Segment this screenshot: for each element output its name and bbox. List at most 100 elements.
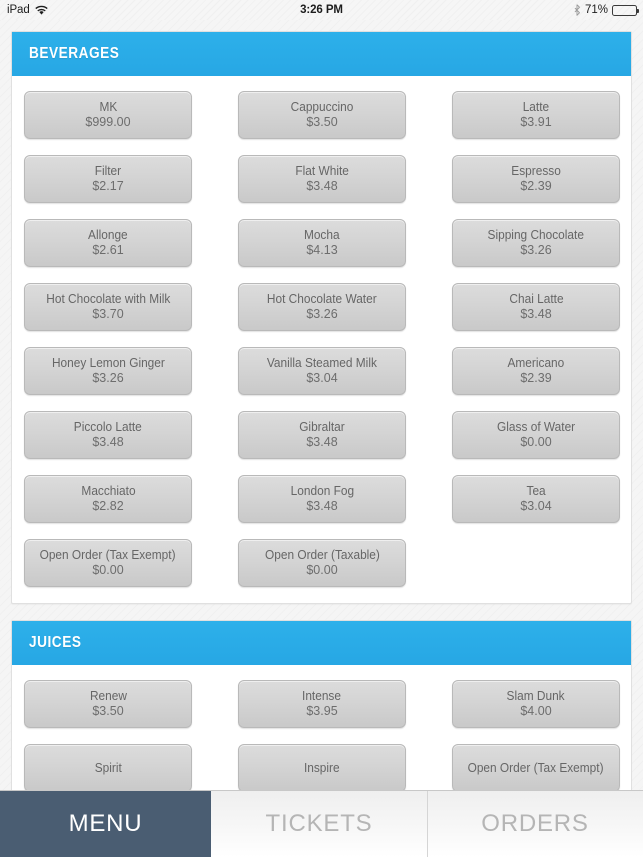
menu-item-name: Piccolo Latte — [73, 420, 142, 434]
menu-item-name: Latte — [522, 100, 550, 114]
menu-item-name: Espresso — [511, 164, 561, 178]
menu-item-button[interactable]: Intense $3.95 — [238, 680, 406, 728]
menu-item-button[interactable]: Sipping Chocolate $3.26 — [452, 219, 620, 267]
menu-item-price: $3.50 — [306, 115, 338, 129]
menu-item-button[interactable]: Piccolo Latte $3.48 — [24, 411, 192, 459]
section-header: BEVERAGES — [12, 32, 631, 76]
menu-scroll-area[interactable]: BEVERAGES MK $999.00 Cappuccino $3.50 Latte $3… — [0, 20, 643, 790]
menu-item-button[interactable]: Vanilla Steamed Milk $3.04 — [238, 347, 406, 395]
status-bar-clock: 3:26 PM — [300, 4, 343, 16]
menu-item-name: Open Order (Tax Exempt) — [468, 760, 604, 775]
menu-item-button[interactable]: Renew $3.50 — [24, 680, 192, 728]
status-bar: iPad 3:26 PM 71% — [0, 0, 643, 20]
menu-item-name: Cappuccino — [290, 100, 354, 114]
menu-item-price: $3.04 — [306, 371, 338, 385]
menu-item-name: Open Order (Taxable) — [264, 548, 380, 562]
menu-item-price: $0.00 — [520, 435, 552, 449]
battery-percent-label: 71% — [584, 4, 608, 16]
menu-item-button[interactable]: Filter $2.17 — [24, 155, 192, 203]
menu-item-name: Inspire — [304, 760, 340, 775]
menu-item-price: $3.04 — [520, 499, 552, 513]
section-header: JUICES — [12, 621, 631, 665]
menu-item-name: Tea — [526, 484, 546, 498]
status-bar-right: 71% — [574, 4, 639, 16]
section-title: JUICES — [29, 634, 82, 651]
menu-item-price: $3.95 — [306, 704, 338, 718]
menu-item-price: $2.39 — [520, 179, 552, 193]
menu-item-button[interactable]: Glass of Water $0.00 — [452, 411, 620, 459]
menu-item-name: Chai Latte — [508, 292, 564, 306]
menu-item-name: Mocha — [304, 228, 340, 242]
menu-item-button[interactable]: Inspire — [238, 744, 406, 790]
menu-item-name: Honey Lemon Ginger — [51, 356, 165, 370]
menu-item-button[interactable]: Tea $3.04 — [452, 475, 620, 523]
menu-item-button[interactable]: Allonge $2.61 — [24, 219, 192, 267]
menu-item-button[interactable]: Slam Dunk $4.00 — [452, 680, 620, 728]
menu-item-button[interactable]: Honey Lemon Ginger $3.26 — [24, 347, 192, 395]
menu-item-price: $3.50 — [92, 704, 124, 718]
bluetooth-icon — [574, 4, 581, 16]
menu-item-price: $0.00 — [92, 563, 124, 577]
menu-item-price: $3.26 — [92, 371, 124, 385]
menu-item-name: Americano — [507, 356, 565, 370]
menu-item-button[interactable]: Macchiato $2.82 — [24, 475, 192, 523]
menu-item-price: $999.00 — [85, 115, 131, 129]
menu-item-button[interactable]: Hot Chocolate with Milk $3.70 — [24, 283, 192, 331]
menu-item-price: $3.48 — [306, 435, 338, 449]
menu-item-price: $2.17 — [92, 179, 124, 193]
menu-item-price: $0.00 — [306, 563, 338, 577]
menu-item-name: Filter — [94, 164, 122, 178]
menu-item-button[interactable]: Flat White $3.48 — [238, 155, 406, 203]
menu-item-name: MK — [99, 100, 117, 114]
tab-orders[interactable]: ORDERS — [427, 791, 643, 857]
menu-item-price: $3.48 — [306, 499, 338, 513]
menu-item-button[interactable]: Chai Latte $3.48 — [452, 283, 620, 331]
menu-item-button[interactable]: Espresso $2.39 — [452, 155, 620, 203]
menu-item-price: $3.48 — [306, 179, 338, 193]
menu-item-name: Open Order (Tax Exempt) — [40, 548, 176, 562]
menu-section: BEVERAGES MK $999.00 Cappuccino $3.50 Latte $3… — [11, 31, 632, 604]
menu-item-button[interactable]: Cappuccino $3.50 — [238, 91, 406, 139]
menu-item-name: Slam Dunk — [506, 689, 566, 703]
menu-item-button[interactable]: Americano $2.39 — [452, 347, 620, 395]
tab-tickets[interactable]: TICKETS — [211, 791, 427, 857]
menu-item-button[interactable]: Spirit — [24, 744, 192, 790]
tab-label: MENU — [68, 810, 143, 837]
menu-item-button[interactable]: Open Order (Tax Exempt) — [452, 744, 620, 790]
menu-item-name: Macchiato — [80, 484, 136, 498]
menu-item-button[interactable]: Open Order (Tax Exempt) $0.00 — [24, 539, 192, 587]
menu-item-name: Gibraltar — [299, 420, 345, 434]
menu-items-grid: Renew $3.50 Intense $3.95 Slam Dunk $4.00 Spir… — [12, 665, 631, 790]
menu-item-price: $3.48 — [92, 435, 124, 449]
menu-item-button[interactable]: MK $999.00 — [24, 91, 192, 139]
menu-item-price: $3.26 — [520, 243, 552, 257]
menu-item-price: $2.39 — [520, 371, 552, 385]
menu-item-name: Hot Chocolate with Milk — [45, 292, 171, 306]
menu-item-button[interactable]: Hot Chocolate Water $3.26 — [238, 283, 406, 331]
menu-item-price: $4.00 — [520, 704, 552, 718]
bottom-tab-bar: MENU TICKETS ORDERS — [0, 790, 643, 857]
menu-item-price: $2.61 — [92, 243, 124, 257]
tab-label: TICKETS — [265, 810, 373, 837]
tab-menu[interactable]: MENU — [0, 791, 211, 857]
menu-item-button[interactable]: Mocha $4.13 — [238, 219, 406, 267]
menu-item-price: $3.70 — [92, 307, 124, 321]
menu-item-name: Flat White — [295, 164, 349, 178]
menu-item-price: $4.13 — [306, 243, 338, 257]
section-title: BEVERAGES — [29, 45, 120, 62]
menu-item-button[interactable]: Gibraltar $3.48 — [238, 411, 406, 459]
menu-item-button[interactable]: London Fog $3.48 — [238, 475, 406, 523]
menu-item-button[interactable]: Open Order (Taxable) $0.00 — [238, 539, 406, 587]
tab-label: ORDERS — [481, 810, 589, 837]
menu-item-name: Renew — [89, 689, 127, 703]
menu-item-name: Hot Chocolate Water — [267, 292, 377, 306]
menu-section: JUICES Renew $3.50 Intense $3.95 Slam Dunk $4.… — [11, 620, 632, 790]
menu-item-price: $3.48 — [520, 307, 552, 321]
menu-item-price: $3.26 — [306, 307, 338, 321]
menu-item-name: Vanilla Steamed Milk — [266, 356, 377, 370]
menu-item-price: $2.82 — [92, 499, 124, 513]
menu-item-button[interactable]: Latte $3.91 — [452, 91, 620, 139]
menu-item-name: Glass of Water — [496, 420, 576, 434]
menu-item-name: Intense — [302, 689, 342, 703]
menu-item-name: London Fog — [290, 484, 354, 498]
